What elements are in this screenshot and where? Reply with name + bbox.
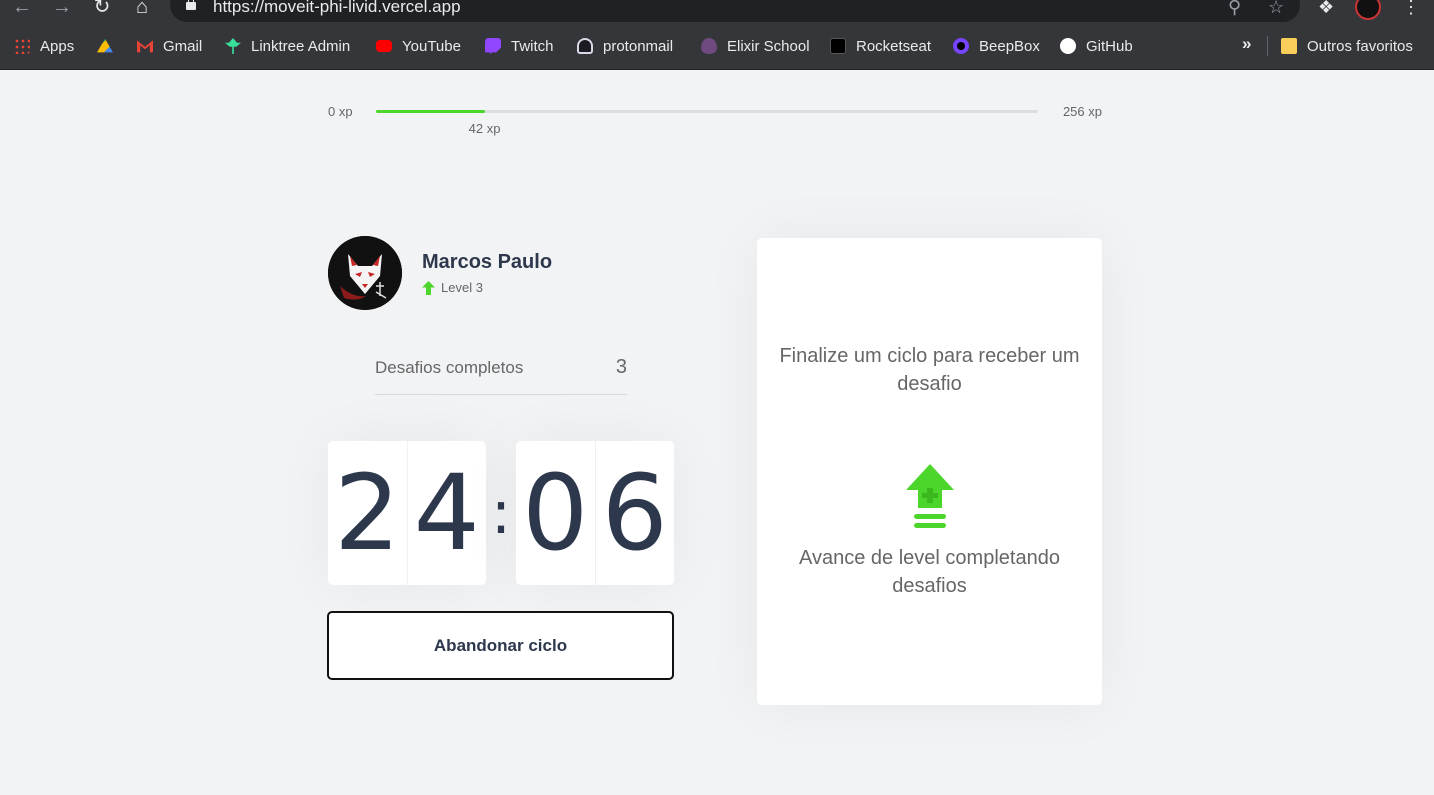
back-icon[interactable]: ← xyxy=(10,0,34,18)
xp-progress-fill xyxy=(376,110,485,113)
minute-digit-tens: 2 xyxy=(334,452,401,574)
forward-icon[interactable]: → xyxy=(50,0,74,18)
lock-icon xyxy=(186,0,196,10)
bookmark-beepbox[interactable]: BeepBox xyxy=(953,36,1040,56)
extensions-icon[interactable]: ❖ xyxy=(1318,0,1334,16)
challenge-title: Finalize um ciclo para receber um desafi… xyxy=(779,345,1080,395)
completed-challenges-count: 3 xyxy=(615,356,627,378)
seconds-box: 0 6 xyxy=(516,441,674,585)
countdown-timer: 2 4 : 0 6 xyxy=(328,441,674,585)
completed-challenges-label: Desafios completos xyxy=(375,358,524,377)
bookmark-youtube[interactable]: YouTube xyxy=(376,36,461,56)
countdown-separator: : xyxy=(490,478,512,548)
xp-max-label: 256 xp xyxy=(1062,104,1102,119)
avatar xyxy=(328,236,402,310)
bookmark-linktree[interactable]: Linktree Admin xyxy=(225,36,350,56)
bookmark-other-favorites[interactable]: Outros favoritos xyxy=(1281,36,1413,56)
level-up-icon xyxy=(906,464,954,528)
beepbox-icon xyxy=(953,38,969,54)
linktree-icon xyxy=(225,38,241,54)
bookmark-rocketseat[interactable]: Rocketseat xyxy=(830,36,931,56)
elixir-icon xyxy=(701,38,717,54)
youtube-icon xyxy=(376,40,392,52)
minute-digit-ones: 4 xyxy=(406,441,487,585)
twitch-icon xyxy=(485,38,501,54)
zoom-icon[interactable]: ⚲ xyxy=(1228,0,1241,16)
github-icon xyxy=(1060,38,1076,54)
level-row: Level 3 xyxy=(422,280,483,295)
challenge-hint: Avance de level completando desafios xyxy=(799,547,1060,597)
level-label: Level 3 xyxy=(441,280,483,295)
apps-grid-icon xyxy=(14,38,30,54)
profile-avatar-icon[interactable] xyxy=(1355,0,1381,20)
more-bookmarks-icon[interactable]: » xyxy=(1242,34,1251,54)
url-text[interactable]: https://moveit-phi-livid.vercel.app xyxy=(213,0,461,15)
fox-mask-avatar-icon xyxy=(328,236,402,310)
bookmarks-separator xyxy=(1267,36,1268,56)
level-up-arrow-icon xyxy=(422,280,435,295)
bookmark-elixir-school[interactable]: Elixir School xyxy=(701,36,810,56)
profile: Marcos Paulo Level 3 xyxy=(328,236,628,311)
reload-icon[interactable]: ↻ xyxy=(90,0,114,18)
second-digit-tens: 0 xyxy=(522,452,589,574)
bookmark-star-icon[interactable]: ☆ xyxy=(1268,0,1284,16)
folder-icon xyxy=(1281,38,1297,54)
browser-toolbar: ← → ↻ ⌂ https://moveit-phi-livid.vercel.… xyxy=(0,0,1434,22)
google-drive-icon xyxy=(97,38,113,53)
bookmark-gmail[interactable]: Gmail xyxy=(137,36,202,56)
bookmark-github[interactable]: GitHub xyxy=(1060,36,1133,56)
xp-current-label: 42 xp xyxy=(468,121,501,136)
bookmark-google-drive[interactable] xyxy=(97,36,123,56)
menu-icon[interactable]: ⋮ xyxy=(1402,0,1420,16)
protonmail-icon xyxy=(577,38,593,54)
abandon-cycle-button[interactable]: Abandonar ciclo xyxy=(327,611,674,680)
home-icon[interactable]: ⌂ xyxy=(130,0,154,18)
challenge-box: Finalize um ciclo para receber um desafi… xyxy=(757,238,1102,705)
minutes-box: 2 4 xyxy=(328,441,486,585)
bookmark-protonmail[interactable]: protonmail xyxy=(577,36,673,56)
xp-min-label: 0 xp xyxy=(328,104,353,119)
experience-bar: 0 xp 42 xp 256 xp xyxy=(328,100,1102,140)
bookmarks-bar: Apps Gmail Linktree Admin YouTube Twitch… xyxy=(0,22,1434,70)
address-bar[interactable]: https://moveit-phi-livid.vercel.app xyxy=(170,0,1300,22)
bookmark-apps[interactable]: Apps xyxy=(14,36,74,56)
bookmark-twitch[interactable]: Twitch xyxy=(485,36,554,56)
completed-challenges: Desafios completos 3 xyxy=(375,350,627,395)
second-digit-ones: 6 xyxy=(594,441,675,585)
rocketseat-icon xyxy=(830,38,846,54)
gmail-icon xyxy=(137,40,153,53)
xp-track xyxy=(376,110,1038,113)
profile-name: Marcos Paulo xyxy=(422,251,553,273)
